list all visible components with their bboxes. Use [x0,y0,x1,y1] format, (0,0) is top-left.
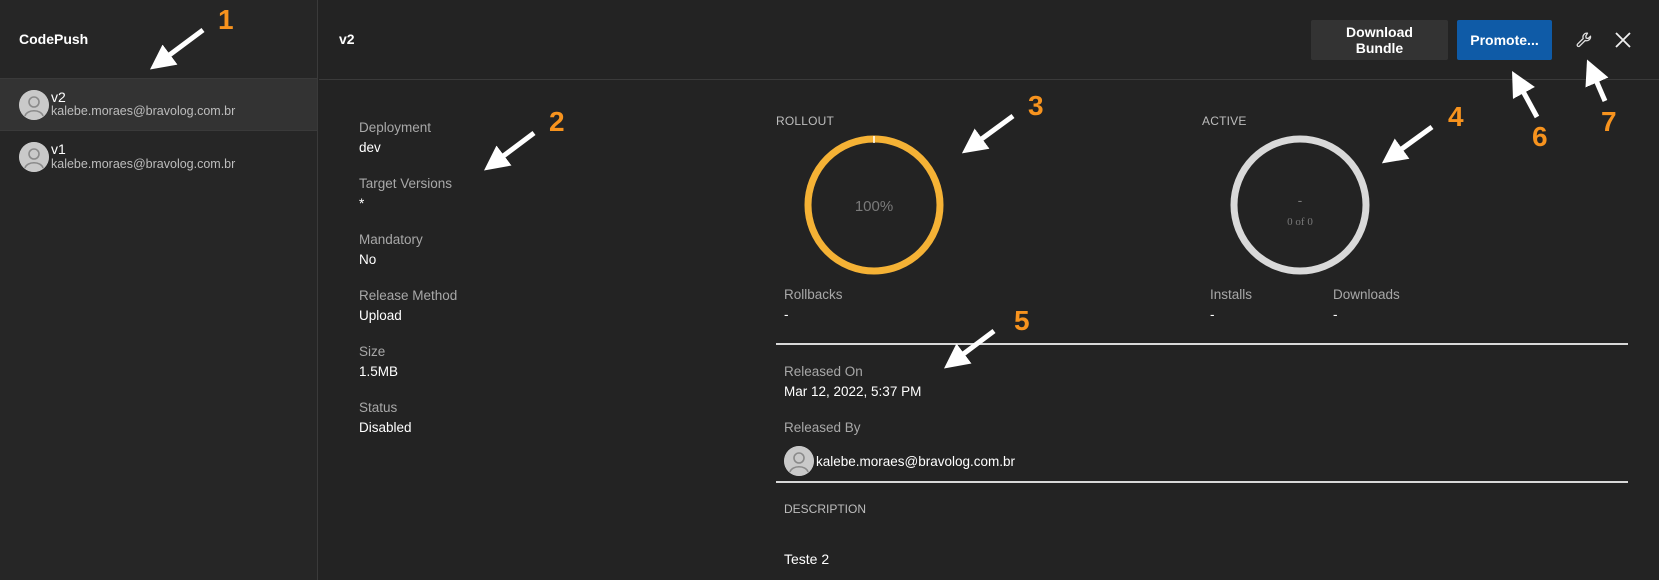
size-label: Size [359,344,386,359]
downloads-label: Downloads [1333,287,1400,302]
release-author: kalebe.moraes@bravolog.com.br [51,156,236,171]
status-label: Status [359,400,398,415]
description-text: Teste 2 [784,551,830,567]
release-sidebar: CodePush v2 kalebe.moraes@bravolog.com.b… [0,0,318,580]
downloads-stat: Downloads - [1333,287,1400,322]
released-on-value: Mar 12, 2022, 5:37 PM [784,384,922,399]
annotation-number: 5 [1014,305,1030,336]
target-versions-label: Target Versions [359,176,453,191]
release-name: v2 [51,88,66,105]
release-method-label: Release Method [359,288,458,303]
active-caption: ACTIVE [1202,114,1247,128]
user-avatar-icon [19,89,49,120]
annotation-number: 1 [218,4,234,35]
active-count: 0 of 0 [1287,216,1313,228]
user-avatar-icon [784,446,814,476]
status-value: Disabled [359,420,412,435]
released-by: Released By kalebe.moraes@bravolog.com.b… [784,420,1015,476]
annotation-number: 6 [1532,121,1548,152]
mandatory-value: No [359,252,377,267]
description-caption: DESCRIPTION [784,502,867,516]
released-by-label: Released By [784,420,861,435]
release-details: Deployment dev Target Versions * Mandatory… [359,120,457,456]
deployment-label: Deployment [359,120,432,135]
download-bundle-button[interactable]: Download Bundle [1311,20,1448,60]
app-title: CodePush [0,0,317,79]
active-value: - [1298,192,1303,208]
rollbacks-stat: Rollbacks - [784,287,843,322]
detail-header: v2 Download Bundle Promote... [319,0,1659,80]
annotation-number: 7 [1601,106,1617,137]
rollout-ring: 100% [804,135,944,275]
mandatory-label: Mandatory [359,232,423,247]
release-item-v2[interactable]: v2 kalebe.moraes@bravolog.com.br [0,79,317,131]
release-detail-panel: v2 Download Bundle Promote... Deployment… [319,0,1659,580]
close-icon[interactable] [1609,26,1637,54]
installs-label: Installs [1210,287,1253,302]
annotation-number: 4 [1448,101,1464,132]
size-value: 1.5MB [359,364,399,379]
release-author: kalebe.moraes@bravolog.com.br [51,104,236,119]
installs-stat: Installs - [1210,287,1252,322]
rollbacks-value: - [784,307,789,322]
wrench-icon[interactable] [1570,26,1598,54]
annotation-number: 2 [549,106,565,137]
user-avatar-icon [19,142,49,172]
rollbacks-label: Rollbacks [784,287,843,302]
release-method-value: Upload [359,308,402,323]
released-on-label: Released On [784,364,863,379]
divider [776,481,1628,483]
divider [776,343,1628,345]
release-name: v1 [51,141,66,158]
rollout-percent: 100% [855,198,893,215]
downloads-value: - [1333,307,1338,322]
released-on: Released On Mar 12, 2022, 5:37 PM [784,364,921,399]
installs-value: - [1210,307,1215,322]
release-item-v1[interactable]: v1 kalebe.moraes@bravolog.com.br [0,131,317,183]
rollout-caption: ROLLOUT [776,114,835,128]
annotation-number: 3 [1028,90,1044,121]
release-title: v2 [339,31,355,47]
target-versions-value: * [359,196,365,211]
active-ring: - 0 of 0 [1230,135,1370,275]
promote-button[interactable]: Promote... [1457,20,1552,60]
released-by-value: kalebe.moraes@bravolog.com.br [816,453,1016,469]
deployment-value: dev [359,140,381,155]
